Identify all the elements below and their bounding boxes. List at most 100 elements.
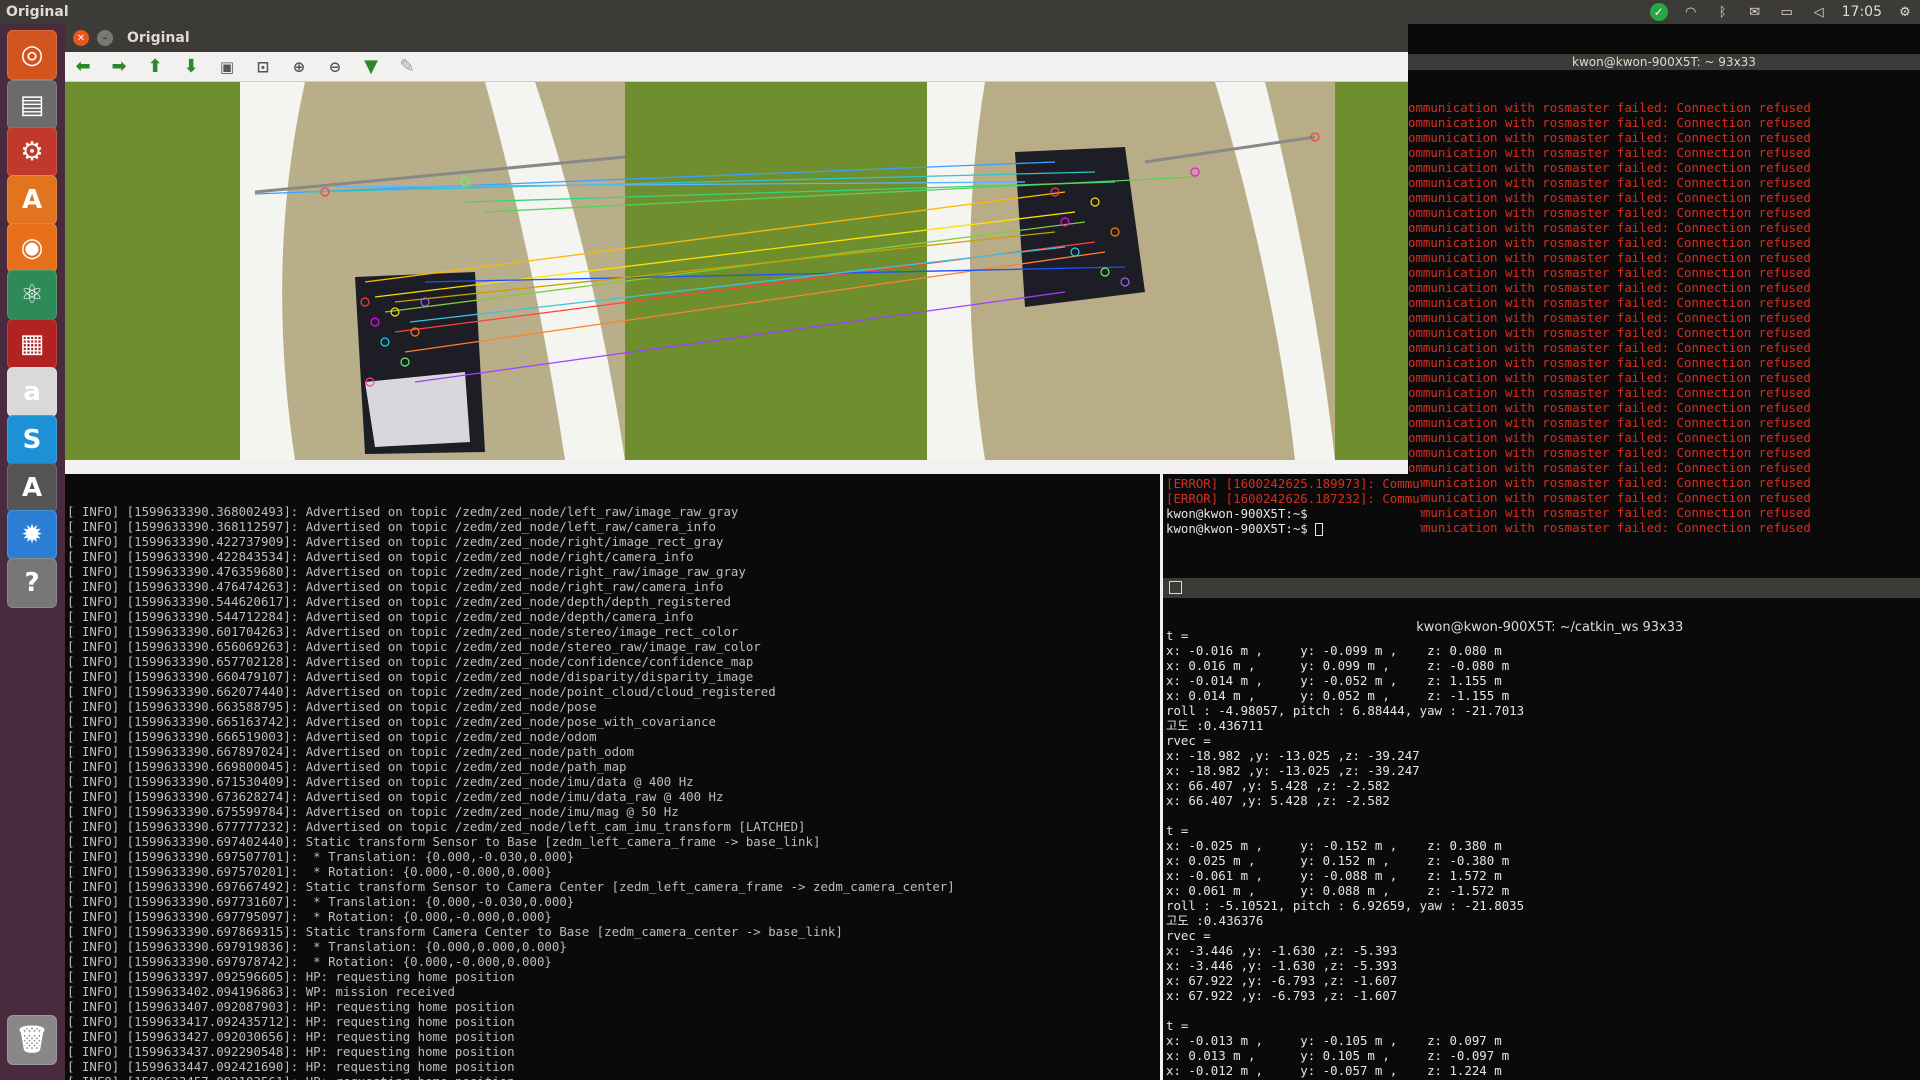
terminal-line: [ INFO] [1599633390.697402440]: Static t… (67, 834, 821, 849)
terminal-line: kwon@kwon-900X5T:~$ (1166, 506, 1308, 521)
feature-match-image (65, 82, 1408, 460)
terminal-line: [ INFO] [1599633447.092421690]: HP: requ… (67, 1059, 515, 1074)
terminal-line: [ INFO] [1599633390.697869315]: Static t… (67, 924, 843, 939)
terminal-home-prompt[interactable]: [ERROR] [1600242625.189973]: Communicati… (1163, 474, 1420, 548)
software-center-icon[interactable]: A (7, 175, 57, 225)
terminal-line: x: 66.407 ,y: 5.428 ,z: -2.582 (1166, 778, 1390, 793)
terminal-line: ommunication with rosmaster failed: Conn… (1408, 400, 1811, 415)
terminal-cursor (1315, 523, 1324, 536)
terminal-line: [ INFO] [1599633390.697919836]: * Transl… (67, 939, 567, 954)
gear-icon[interactable]: ⚙ (1896, 5, 1914, 20)
terminal-line: ommunication with rosmaster failed: Conn… (1408, 505, 1811, 520)
terminal-line: [ INFO] [1599633390.544620617]: Advertis… (67, 594, 731, 609)
terminal-line: [ INFO] [1599633390.697507701]: * Transl… (67, 849, 575, 864)
terminal-line: [ INFO] [1599633390.697667492]: Static t… (67, 879, 955, 894)
terminal-line: [ERROR] [1600242626.187232]: Communicati… (1166, 491, 1420, 506)
terminal-ros-log[interactable]: [ INFO] [1599633390.368002493]: Advertis… (65, 474, 1160, 1080)
terminal-line: ommunication with rosmaster failed: Conn… (1408, 490, 1811, 505)
terminal-line: ommunication with rosmaster failed: Conn… (1408, 250, 1811, 265)
terminal-line: ommunication with rosmaster failed: Conn… (1408, 460, 1811, 475)
terminal-line: 고도 :0.436711 (1166, 718, 1264, 733)
battery-icon[interactable]: ▭ (1778, 5, 1796, 20)
forward-arrow-icon[interactable]: ➡ (107, 55, 131, 79)
terminal-catkin-title: kwon@kwon-900X5T: ~/catkin_ws 93x33 (1416, 620, 1684, 635)
terminal-catkin-ws[interactable]: kwon@kwon-900X5T: ~/catkin_ws 93x33 t = x… (1163, 548, 1920, 1080)
back-arrow-icon[interactable]: ⬅ (71, 55, 95, 79)
minimize-icon[interactable]: – (97, 30, 113, 46)
help-icon[interactable]: ? (7, 558, 57, 608)
terminal-line: x: 66.407 ,y: 5.428 ,z: -2.582 (1166, 793, 1390, 808)
terminal-line: ommunication with rosmaster failed: Conn… (1408, 325, 1811, 340)
terminal-line: x: -0.061 m , y: -0.088 m , z: 1.572 m (1166, 868, 1502, 883)
terminal-line: t = (1166, 1018, 1189, 1033)
terminal-line: [ERROR] [1600242625.189973]: Communicati… (1166, 476, 1420, 491)
terminal-line: [ INFO] [1599633390.368002493]: Advertis… (67, 504, 739, 519)
brush-icon[interactable]: ✎ (395, 55, 419, 79)
terminal-line: [ INFO] [1599633390.675599784]: Advertis… (67, 804, 679, 819)
terminal-line: x: -0.012 m , y: -0.057 m , z: 1.224 m (1166, 1063, 1502, 1078)
clock[interactable]: 17:05 (1842, 4, 1882, 20)
check-icon[interactable]: ✓ (1649, 3, 1668, 21)
close-icon[interactable]: ✕ (73, 30, 89, 46)
up-arrow-icon[interactable]: ⬆ (143, 55, 167, 79)
terminal-line: [ INFO] [1599633417.092435712]: HP: requ… (67, 1014, 515, 1029)
terminal-line: ommunication with rosmaster failed: Conn… (1408, 280, 1811, 295)
terminal-ros-log-output: [ INFO] [1599633390.368002493]: Advertis… (67, 504, 1160, 1080)
fit-icon[interactable]: ⊡ (251, 55, 275, 79)
active-app-title: Original (6, 4, 69, 20)
terminal-line: [ INFO] [1599633402.094196863]: WP: miss… (67, 984, 455, 999)
terminal-line: ommunication with rosmaster failed: Conn… (1408, 370, 1811, 385)
feature-match-svg (65, 82, 1408, 460)
terminal-line: ommunication with rosmaster failed: Conn… (1408, 115, 1811, 130)
terminal-line: [ INFO] [1599633407.092087903]: HP: requ… (67, 999, 515, 1014)
terminal-line: [ INFO] [1599633390.544712284]: Advertis… (67, 609, 694, 624)
terminal-line: [ INFO] [1599633390.476474263]: Advertis… (67, 579, 724, 594)
terminal-line: ommunication with rosmaster failed: Conn… (1408, 145, 1811, 160)
terminal-line: [ INFO] [1599633390.671530409]: Advertis… (67, 774, 694, 789)
atom-icon[interactable]: ⚛ (7, 270, 57, 320)
volume-mute-icon[interactable]: ◁ (1810, 5, 1828, 20)
terminal-line: ommunication with rosmaster failed: Conn… (1408, 190, 1811, 205)
terminal-line: [ INFO] [1599633390.697978742]: * Rotati… (67, 954, 552, 969)
terminal-grid-icon[interactable] (1169, 581, 1182, 594)
terminal-line: ommunication with rosmaster failed: Conn… (1408, 355, 1811, 370)
terminal-line: x: 0.014 m , y: 0.052 m , z: -1.155 m (1166, 688, 1510, 703)
terminal-line: [ INFO] [1599633390.657702128]: Advertis… (67, 654, 754, 669)
terminal-home[interactable]: kwon@kwon-900X5T: ~ 93x33 ommunication w… (1408, 24, 1920, 548)
terminal-line: [ INFO] [1599633390.665163742]: Advertis… (67, 714, 717, 729)
save-icon[interactable]: ▼ (359, 55, 383, 79)
app-red-icon[interactable]: ▦ (7, 319, 57, 369)
terminal-line: [ INFO] [1599633390.667897024]: Advertis… (67, 744, 634, 759)
weather-icon[interactable]: ✹ (7, 510, 57, 560)
terminal-line: [ INFO] [1599633390.673628274]: Advertis… (67, 789, 724, 804)
amazon-icon[interactable]: a (7, 367, 57, 417)
terminal-line: [ INFO] [1599633390.663588795]: Advertis… (67, 699, 597, 714)
terminal-line: [ INFO] [1599633390.697570201]: * Rotati… (67, 864, 552, 879)
top-panel: Original ✓ ◠ ᛒ ✉ ▭ ◁ 17:05 ⚙ (0, 0, 1920, 24)
ubuntu-dash-icon[interactable]: ◎ (7, 30, 57, 80)
terminal-line: ommunication with rosmaster failed: Conn… (1408, 295, 1811, 310)
trash-icon[interactable]: 🗑 (7, 1015, 57, 1065)
mail-icon[interactable]: ✉ (1746, 5, 1764, 20)
terminal-line: [ INFO] [1599633390.669800045]: Advertis… (67, 759, 627, 774)
zoom-out-icon[interactable]: ⊖ (323, 55, 347, 79)
terminal-line: ommunication with rosmaster failed: Conn… (1408, 160, 1811, 175)
updater-icon[interactable]: A (7, 463, 57, 513)
image-icon[interactable]: ▣ (215, 55, 239, 79)
terminal-line: x: 67.922 ,y: -6.793 ,z: -1.607 (1166, 988, 1398, 1003)
wifi-icon[interactable]: ◠ (1682, 5, 1700, 20)
settings-icon[interactable]: ⚙ (7, 127, 57, 177)
terminal-line: ommunication with rosmaster failed: Conn… (1408, 445, 1811, 460)
terminal-line: ommunication with rosmaster failed: Conn… (1408, 475, 1811, 490)
firefox-icon[interactable]: ◉ (7, 223, 57, 273)
terminal-line: x: 0.061 m , y: 0.088 m , z: -1.572 m (1166, 883, 1510, 898)
terminal-line: x: -0.014 m , y: -0.052 m , z: 1.155 m (1166, 673, 1502, 688)
viewer-titlebar[interactable]: ✕ – Original (65, 24, 1408, 52)
zoom-in-icon[interactable]: ⊕ (287, 55, 311, 79)
skype-icon[interactable]: S (7, 415, 57, 465)
terminal-catkin-output: t = x: -0.016 m , y: -0.099 m , z: 0.080 … (1163, 628, 1920, 1080)
files-icon[interactable]: ▤ (7, 80, 57, 130)
bluetooth-icon[interactable]: ᛒ (1714, 5, 1732, 20)
down-arrow-icon[interactable]: ⬇ (179, 55, 203, 79)
